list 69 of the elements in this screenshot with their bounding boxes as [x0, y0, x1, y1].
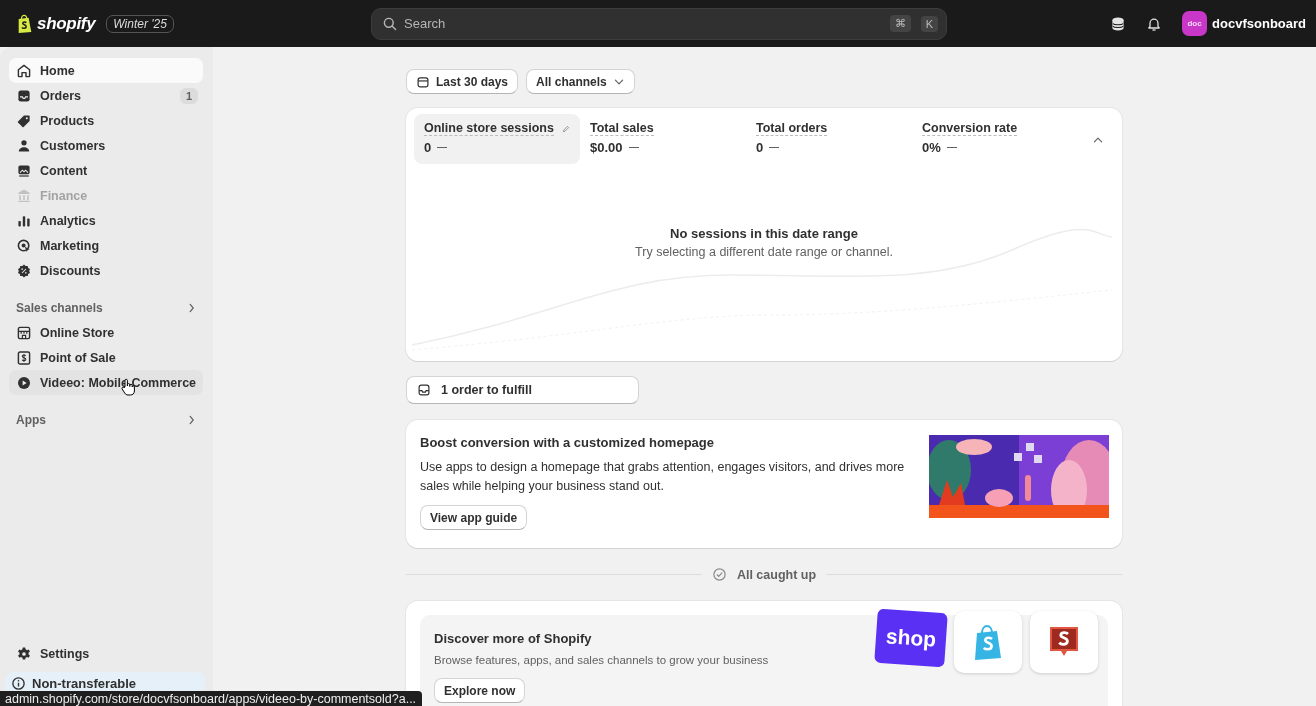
nav-item[interactable]: Discounts — [9, 258, 203, 283]
shopping-bag-icon — [16, 13, 34, 34]
bank-icon — [16, 187, 32, 204]
caught-up-text: All caught up — [736, 567, 817, 582]
notice-banner-title: Non-transferable — [32, 676, 137, 691]
search-field[interactable]: Search ⌘ K — [371, 7, 947, 40]
shopping-bag-icon — [973, 624, 1003, 660]
section-heading[interactable]: Sales channels — [16, 300, 103, 315]
store-avatar[interactable]: doc — [1182, 11, 1208, 36]
metric-value: 0 — [756, 140, 764, 155]
metric-value: 0% — [922, 140, 941, 155]
person-icon — [16, 137, 32, 154]
check-circle-icon — [711, 567, 727, 582]
metric-tab[interactable]: Conversion rate 0% — [912, 114, 1078, 164]
calendar-icon — [416, 74, 430, 89]
metric-value: 0 — [424, 140, 432, 155]
metric-label: Conversion rate — [922, 121, 1018, 136]
empty-state-text: Try selecting a different date range or channel. — [634, 245, 894, 259]
discount-icon — [16, 262, 32, 279]
nav-item[interactable]: Analytics — [9, 208, 203, 233]
info-icon — [11, 676, 26, 691]
store-icon — [16, 324, 32, 341]
shortcut-key: K — [920, 15, 938, 32]
channel-dropdown[interactable]: All channels — [526, 69, 635, 94]
task-button[interactable]: 1 order to fulfill — [406, 376, 639, 404]
search-placeholder: Search — [404, 16, 447, 31]
metric-tab[interactable]: Online store sessions 0 — [414, 114, 580, 164]
nav-item[interactable]: Orders 1 — [9, 83, 203, 108]
shopify-logo-text[interactable]: shopify — [37, 13, 96, 34]
edition-badge: Winter '25 — [106, 14, 174, 33]
explore-now-button[interactable]: Explore now — [434, 678, 526, 703]
inbox-icon — [417, 383, 431, 397]
promo-text: Use apps to design a homepage that grabs attention, engages visitors, and drives more sales while helping your business stand out. — [420, 459, 906, 495]
metric-value: $0.00 — [590, 140, 623, 155]
metric-label: Online store sessions — [424, 121, 554, 136]
promo-title: Boost conversion with a customized homepage — [420, 435, 715, 450]
section-heading[interactable]: Apps — [16, 412, 46, 427]
nav-item[interactable]: Home — [9, 58, 203, 83]
play-icon — [16, 374, 32, 391]
nav-item[interactable]: Online Store — [9, 320, 203, 345]
metric-tab[interactable]: Total sales $0.00 — [580, 114, 746, 164]
store-name[interactable]: docvfsonboard — [1212, 16, 1306, 31]
nav-item[interactable]: Content — [9, 158, 203, 183]
metric-label: Total sales — [590, 121, 654, 136]
search-icon — [382, 15, 398, 32]
date-range-button[interactable]: Last 30 days — [406, 69, 519, 94]
nav-item[interactable]: Settings — [9, 641, 203, 666]
discover-text: Browse features, apps, and sales channels to grow your business — [434, 654, 769, 666]
nav-item[interactable]: Point of Sale — [9, 345, 203, 370]
home-icon — [16, 62, 32, 79]
gear-icon — [16, 645, 32, 662]
shortcut-key: ⌘ — [889, 15, 911, 32]
metric-label: Total orders — [756, 121, 828, 136]
empty-state-title: No sessions in this date range — [669, 226, 859, 241]
dollar-card-icon — [16, 349, 32, 366]
database-icon[interactable] — [1110, 15, 1127, 32]
nav-item[interactable]: Products — [9, 108, 203, 133]
metric-tab[interactable]: Total orders 0 — [746, 114, 912, 164]
nav-item[interactable]: Marketing — [9, 233, 203, 258]
target-icon — [16, 237, 32, 254]
inbox-icon — [16, 87, 32, 104]
shop-logo: shop — [874, 608, 948, 668]
image-icon — [16, 162, 32, 179]
tag-icon — [16, 112, 32, 129]
link-status-bar: admin.shopify.com/store/docvfsonboard/apps/videeo-by-commentsold?a... — [0, 691, 423, 706]
view-app-guide-button[interactable]: View app guide — [420, 505, 528, 530]
discover-title: Discover more of Shopify — [434, 631, 593, 646]
nav-item[interactable]: Customers — [9, 133, 203, 158]
count-badge: 1 — [179, 87, 198, 104]
